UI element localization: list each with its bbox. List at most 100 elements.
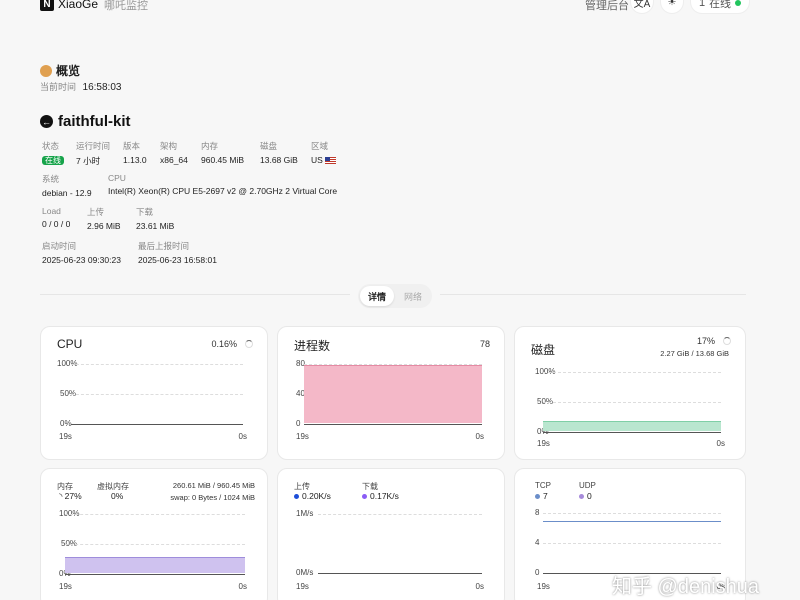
info-label: 状态 xyxy=(42,141,60,151)
x-axis-line xyxy=(65,574,245,575)
x-tick: 19s xyxy=(537,439,550,448)
tab-detail[interactable]: 详情 xyxy=(360,286,395,306)
info-value: x86_64 xyxy=(160,155,188,165)
info-boot-time: 启动时间 2025-06-23 09:30:23 xyxy=(42,240,121,265)
back-arrow-icon[interactable]: ← xyxy=(40,115,53,128)
memory-card: 内存 ◝ 27% 虚拟内存 0% 260.61 MiB / 960.45 MiB… xyxy=(40,468,268,600)
disk-card: 磁盘 17% 2.27 GiB / 13.68 GiB 100% 50% 0% … xyxy=(514,326,746,460)
download-speed: 0.17K/s xyxy=(362,491,399,501)
info-label: 区域 xyxy=(311,141,329,151)
online-dot-icon xyxy=(735,0,742,6)
view-tabs: 详情 网络 xyxy=(358,284,433,308)
divider xyxy=(440,294,746,295)
gridline xyxy=(71,364,243,365)
info-value: 2.96 MiB xyxy=(87,221,121,231)
x-axis-line xyxy=(304,424,482,425)
x-axis-line xyxy=(543,432,721,433)
x-tick: 19s xyxy=(296,582,309,591)
mem-value: ◝ 27% xyxy=(59,491,82,501)
divider xyxy=(40,294,350,295)
us-flag-icon xyxy=(324,157,336,165)
loading-ring-icon xyxy=(723,337,731,345)
y-tick: 4 xyxy=(535,538,540,547)
gridline xyxy=(543,372,721,373)
info-disk: 磁盘 13.68 GiB xyxy=(260,140,298,165)
y-tick: 0 xyxy=(296,419,301,428)
info-label: 运行时间 xyxy=(76,141,111,151)
emoji-icon xyxy=(40,64,52,77)
udp-count-value: 0 xyxy=(587,491,592,501)
logo[interactable]: N xyxy=(40,0,54,11)
y-tick: 0 xyxy=(535,568,540,577)
download-speed-value: 0.17K/s xyxy=(370,491,399,501)
disk-percent: 17% xyxy=(696,336,715,346)
card-title: 进程数 xyxy=(294,339,331,353)
info-label: 版本 xyxy=(123,141,141,151)
top-bar: N XiaoGe 哪吒监控 管理后台 文A ☀ 1 在线 xyxy=(0,0,800,16)
upload-speed-value: 0.20K/s xyxy=(302,491,331,501)
disk-usage-detail: 2.27 GiB / 13.68 GiB xyxy=(660,349,729,358)
swap-percent: 0% xyxy=(111,491,124,501)
info-value: US xyxy=(311,155,323,165)
info-uptime: 运行时间 7 小时 xyxy=(76,140,110,167)
upload-speed: 0.20K/s xyxy=(294,491,331,501)
tab-network[interactable]: 网络 xyxy=(396,286,430,306)
info-last-report: 最后上报时间 2025-06-23 16:58:01 xyxy=(138,240,217,265)
info-region: 区域 US xyxy=(311,140,336,165)
mem-usage-detail: 260.61 MiB / 960.45 MiB xyxy=(172,481,255,490)
gridline xyxy=(543,543,721,544)
server-title: ← faithful-kit xyxy=(40,113,131,130)
y-tick: 0% xyxy=(60,419,72,428)
y-tick: 1M/s xyxy=(296,509,314,518)
udp-dot-icon xyxy=(579,494,584,500)
language-button[interactable]: 文A xyxy=(630,0,654,14)
online-label: 在线 xyxy=(709,0,732,10)
brand-subtitle: 哪吒监控 xyxy=(104,0,148,12)
info-value: 2025-06-23 09:30:23 xyxy=(42,255,121,265)
admin-link[interactable]: 管理后台 xyxy=(585,0,629,13)
info-os: 系统 debian - 12.9 xyxy=(42,173,92,198)
x-tick: 19s xyxy=(296,432,309,441)
info-value: debian - 12.9 xyxy=(42,188,92,198)
card-title: CPU xyxy=(57,337,83,351)
info-label: 内存 xyxy=(201,141,219,151)
info-value: 960.45 MiB xyxy=(201,155,244,165)
info-memory: 内存 960.45 MiB xyxy=(201,140,244,165)
info-value: Intel(R) Xeon(R) CPU E5-2697 v2 @ 2.70GH… xyxy=(108,186,338,196)
y-tick: 8 xyxy=(535,508,540,517)
info-value: 7 小时 xyxy=(76,156,101,166)
info-upload: 上传 2.96 MiB xyxy=(87,206,121,231)
current-time: 当前时间 16:58:03 xyxy=(40,80,121,93)
x-tick: 0s xyxy=(475,432,484,441)
brand-name[interactable]: XiaoGe xyxy=(58,0,98,11)
x-axis-line xyxy=(71,424,243,425)
x-tick: 19s xyxy=(59,582,72,591)
info-label: 启动时间 xyxy=(42,241,77,251)
udp-label: UDP xyxy=(579,481,596,490)
gridline xyxy=(65,514,245,515)
memory-area-series xyxy=(65,556,245,573)
info-label: 磁盘 xyxy=(260,141,278,151)
info-status: 状态 在线 xyxy=(42,140,64,166)
info-label: 架构 xyxy=(160,141,178,151)
cpu-value: 0.16% xyxy=(211,339,237,349)
x-tick: 0s xyxy=(238,432,247,441)
gridline xyxy=(543,402,721,403)
theme-toggle-button[interactable]: ☀ xyxy=(660,0,684,14)
tcp-count: 7 xyxy=(535,491,548,501)
info-label: Load xyxy=(42,206,61,216)
process-count-value: 78 xyxy=(479,339,490,349)
server-name: faithful-kit xyxy=(58,113,131,130)
cpu-card: CPU 0.16% 100% 50% 0% 19s 0s xyxy=(40,326,268,460)
info-label: 下载 xyxy=(136,207,154,217)
network-card: 上传 0.20K/s 下载 0.17K/s 1M/s 0M/s 19s 0s xyxy=(277,468,505,600)
info-label: 上传 xyxy=(87,207,105,217)
status-badge: 在线 xyxy=(42,156,64,165)
info-label: CPU xyxy=(108,173,126,183)
gridline xyxy=(318,514,482,515)
info-value: 23.61 MiB xyxy=(136,221,175,231)
info-value: 13.68 GiB xyxy=(260,155,298,165)
tcp-line-series xyxy=(543,520,721,522)
info-value: 1.13.0 xyxy=(123,155,147,165)
info-arch: 架构 x86_64 xyxy=(160,140,188,165)
